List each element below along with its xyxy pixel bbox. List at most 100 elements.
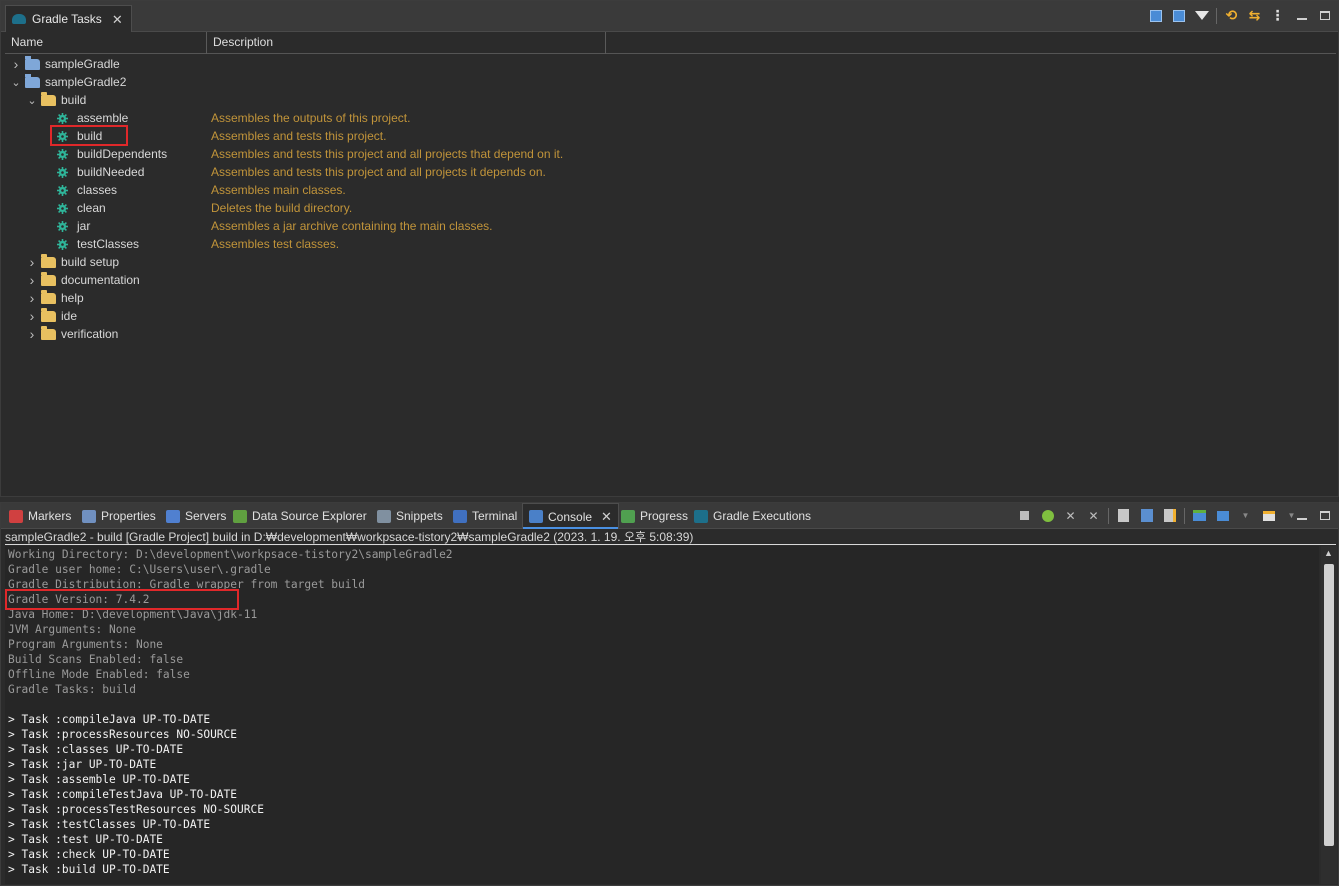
expand-all-icon[interactable] xyxy=(1147,7,1164,24)
gear-icon xyxy=(57,220,68,232)
maximize-icon[interactable] xyxy=(1316,7,1333,24)
chevron-down-icon[interactable]: ▼ xyxy=(1237,507,1254,524)
tree-task-row[interactable]: clean Deletes the build directory. xyxy=(5,199,1336,217)
show-console-on-output-icon[interactable] xyxy=(1161,507,1178,524)
tab-properties[interactable]: Properties xyxy=(82,503,156,529)
tree-task-row[interactable]: buildDependents Assembles and tests this … xyxy=(5,145,1336,163)
tree-task-row[interactable]: testClasses Assembles test classes. xyxy=(5,235,1336,253)
collapse-all-icon[interactable] xyxy=(1170,7,1187,24)
gradle-tasks-toolbar: ⟲ ⇆ ⋮ xyxy=(1147,7,1286,24)
project-folder-icon xyxy=(25,73,40,88)
console-vertical-scrollbar[interactable]: ▲ xyxy=(1321,546,1337,884)
tree-task-row[interactable]: buildNeeded Assembles and tests this proj… xyxy=(5,163,1336,181)
data-source-icon xyxy=(233,509,247,523)
filter-icon[interactable] xyxy=(1193,7,1210,24)
maximize-icon[interactable] xyxy=(1316,507,1333,524)
tree-item-label: help xyxy=(61,291,84,305)
tab-terminal[interactable]: Terminal xyxy=(453,503,517,529)
scroll-up-icon[interactable]: ▲ xyxy=(1324,548,1333,558)
console-line: > Task :test UP-TO-DATE xyxy=(8,833,163,846)
tree-task-row[interactable]: assemble Assembles the outputs of this pr… xyxy=(5,109,1336,127)
tree-item-description: Assembles main classes. xyxy=(211,183,346,197)
tree-folder-row[interactable]: › help xyxy=(5,289,1336,307)
chevron-right-icon[interactable]: › xyxy=(27,326,37,342)
remove-launch-icon[interactable]: ✕ xyxy=(1062,507,1079,524)
gradle-task-tree[interactable]: › sampleGradle ⌄ sampleGradle2 ⌄ build assembl… xyxy=(5,55,1336,495)
tab-markers[interactable]: Markers xyxy=(9,503,71,529)
tree-folder-row[interactable]: › verification xyxy=(5,325,1336,343)
console-line: > Task :processTestResources NO-SOURCE xyxy=(8,803,264,816)
console-line: > Task :check UP-TO-DATE xyxy=(8,848,170,861)
display-selected-console-icon[interactable] xyxy=(1214,507,1231,524)
chevron-down-icon[interactable]: ⌄ xyxy=(27,95,37,107)
console-line: > Task :build UP-TO-DATE xyxy=(8,863,170,876)
chevron-right-icon[interactable]: › xyxy=(27,290,37,306)
tab-progress[interactable]: Progress xyxy=(621,503,688,529)
minimize-icon[interactable] xyxy=(1293,7,1310,24)
folder-icon xyxy=(41,325,56,340)
tab-gradle-tasks[interactable]: Gradle Tasks ✕ xyxy=(5,5,132,32)
tab-label: Console xyxy=(548,509,593,524)
tab-label: Gradle Executions xyxy=(713,509,812,523)
folder-icon xyxy=(41,91,56,106)
tab-data-source-explorer[interactable]: Data Source Explorer xyxy=(233,503,367,529)
console-line: > Task :compileTestJava UP-TO-DATE xyxy=(8,788,238,801)
tree-item-description: Assembles a jar archive containing the m… xyxy=(211,219,493,233)
gear-icon xyxy=(57,148,68,160)
minimize-icon[interactable] xyxy=(1293,507,1310,524)
tab-servers[interactable]: Servers xyxy=(166,503,226,529)
chevron-right-icon[interactable]: › xyxy=(27,272,37,288)
open-console-icon[interactable] xyxy=(1260,507,1277,524)
progress-icon xyxy=(621,509,635,523)
gradle-executions-icon xyxy=(694,509,708,523)
tab-label: Data Source Explorer xyxy=(252,509,367,523)
tab-console[interactable]: Console ✕ xyxy=(522,503,619,529)
tree-task-row[interactable]: build Assembles and tests this project. xyxy=(5,127,1336,145)
column-header-description[interactable]: Description xyxy=(207,32,606,54)
close-icon[interactable]: ✕ xyxy=(112,13,123,26)
tree-project-row[interactable]: ⌄ sampleGradle2 xyxy=(5,73,1336,91)
tree-folder-row[interactable]: › documentation xyxy=(5,271,1336,289)
view-menu-icon[interactable]: ⋮ xyxy=(1269,7,1286,24)
folder-icon xyxy=(41,289,56,304)
tree-folder-row[interactable]: ⌄ build xyxy=(5,91,1336,109)
console-toolbar: ✕ ✕ ▼ ▼ xyxy=(1016,507,1300,524)
link-with-selection-icon[interactable]: ⇆ xyxy=(1246,7,1263,24)
annotation-highlight-build-task xyxy=(50,125,128,146)
tab-gradle-executions[interactable]: Gradle Executions xyxy=(694,503,811,529)
tree-item-label: sampleGradle2 xyxy=(45,75,127,89)
chevron-right-icon[interactable]: › xyxy=(27,308,37,324)
tree-project-row[interactable]: › sampleGradle xyxy=(5,55,1336,73)
tab-label: Snippets xyxy=(396,509,443,523)
tab-label: Progress xyxy=(640,509,689,523)
bottom-tabbar: ✕ ✕ ▼ ▼ Markers Properties Servers Data Sou… xyxy=(1,503,1338,529)
remove-all-terminated-icon[interactable]: ✕ xyxy=(1085,507,1102,524)
tree-folder-row[interactable]: › ide xyxy=(5,307,1336,325)
console-window-controls xyxy=(1293,507,1333,524)
folder-icon xyxy=(41,253,56,268)
scrollbar-thumb[interactable] xyxy=(1324,564,1334,846)
rerun-icon[interactable] xyxy=(1039,507,1056,524)
view-window-controls xyxy=(1293,7,1333,24)
terminate-icon[interactable] xyxy=(1016,507,1033,524)
markers-icon xyxy=(9,509,23,523)
gear-icon xyxy=(57,166,68,178)
close-icon[interactable]: ✕ xyxy=(601,510,612,523)
column-header-name[interactable]: Name xyxy=(5,32,207,54)
tree-folder-row[interactable]: › build setup xyxy=(5,253,1336,271)
chevron-right-icon[interactable]: › xyxy=(27,254,37,270)
scroll-lock-icon[interactable] xyxy=(1115,507,1132,524)
console-line: > Task :jar UP-TO-DATE xyxy=(8,758,157,771)
tree-item-description: Assembles test classes. xyxy=(211,237,340,251)
chevron-right-icon[interactable]: › xyxy=(11,56,21,72)
tree-item-label: buildDependents xyxy=(77,147,168,161)
word-wrap-icon[interactable] xyxy=(1138,507,1155,524)
tab-snippets[interactable]: Snippets xyxy=(377,503,443,529)
pin-console-icon[interactable] xyxy=(1191,507,1208,524)
tree-item-label: ide xyxy=(61,309,78,323)
tree-item-label: assemble xyxy=(77,111,129,125)
refresh-icon[interactable]: ⟲ xyxy=(1223,7,1240,24)
tree-task-row[interactable]: classes Assembles main classes. xyxy=(5,181,1336,199)
chevron-down-icon[interactable]: ⌄ xyxy=(11,77,21,89)
tree-task-row[interactable]: jar Assembles a jar archive containing th… xyxy=(5,217,1336,235)
